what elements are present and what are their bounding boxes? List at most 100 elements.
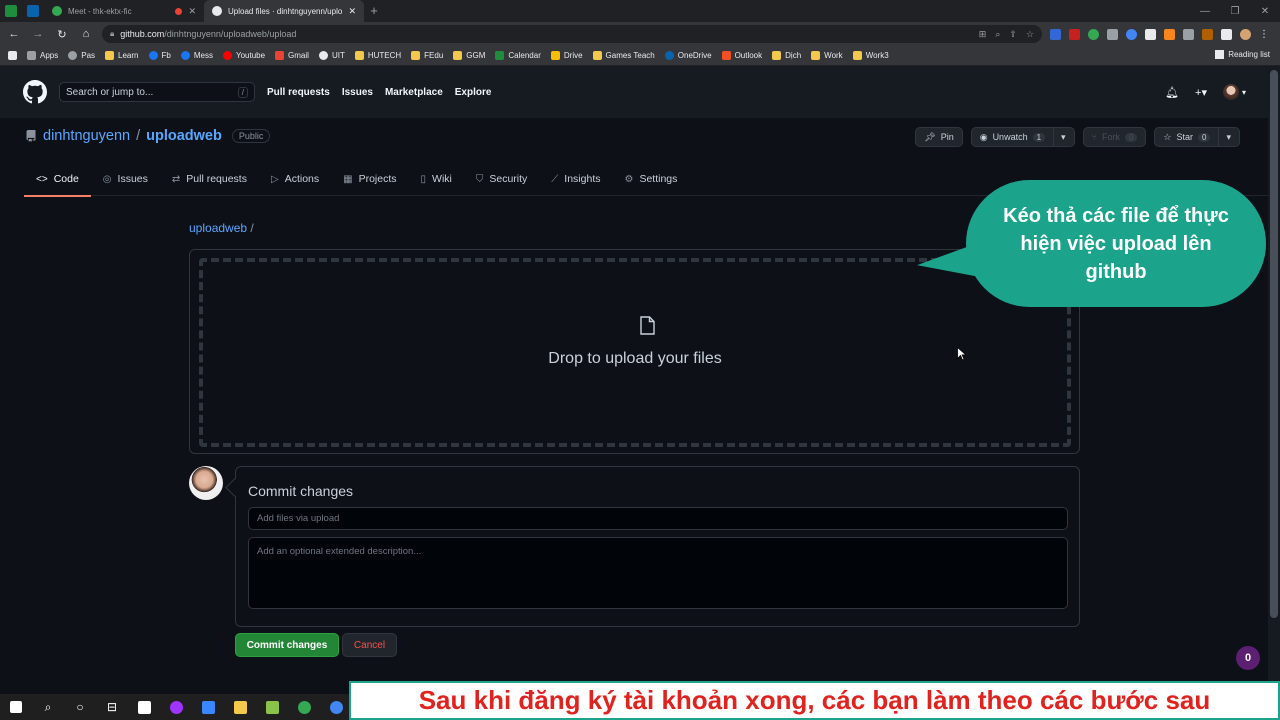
create-new-menu[interactable]: +▾ (1195, 86, 1207, 99)
github-icon (212, 6, 222, 16)
puzzle-icon[interactable] (1221, 28, 1232, 40)
extension-icon[interactable] (1107, 28, 1118, 40)
extension-icon[interactable] (1069, 28, 1080, 40)
notion-icon[interactable] (128, 694, 160, 720)
menu-dots-icon[interactable]: ⋮ (1259, 29, 1269, 40)
file-dropzone[interactable]: Drop to upload your files (199, 258, 1071, 447)
reload-icon[interactable]: ↻ (54, 28, 70, 41)
recording-icon (175, 7, 183, 15)
app-icon[interactable] (256, 694, 288, 720)
unwatch-button[interactable]: ◉ Unwatch 1 ▾ (970, 127, 1075, 147)
zoom-icon[interactable]: ⌕ (995, 29, 1000, 40)
reading-list[interactable]: Reading list (1215, 50, 1270, 59)
pinned-tab-outlook[interactable] (22, 0, 44, 22)
cancel-button[interactable]: Cancel (342, 633, 397, 657)
github-logo-icon[interactable] (23, 80, 47, 104)
extension-icon[interactable] (1202, 28, 1213, 40)
messenger-icon[interactable] (160, 694, 192, 720)
tab-pull-requests[interactable]: ⇄ Pull requests (160, 162, 259, 196)
chevron-down-icon[interactable]: ▾ (1053, 128, 1066, 146)
close-icon[interactable]: ✕ (348, 6, 356, 17)
chrome-icon[interactable] (320, 694, 352, 720)
user-menu[interactable]: ▾ (1222, 84, 1246, 100)
translate-icon[interactable]: ⊞ (979, 29, 987, 40)
bookmark-item[interactable]: Games Teach (592, 51, 655, 60)
tab-meet[interactable]: Meet - thk-ektx-fic ✕ (44, 0, 204, 22)
bookmark-item[interactable]: HUTECH (354, 51, 401, 60)
share-icon[interactable]: ⇪ (1009, 29, 1017, 40)
nav-pull-requests[interactable]: Pull requests (267, 87, 330, 98)
bookmark-item[interactable]: Mess (180, 51, 213, 60)
repo-name-link[interactable]: uploadweb (146, 128, 222, 144)
bookmark-star-icon[interactable]: ☆ (1026, 29, 1034, 40)
bell-icon[interactable]: 🔔︎ (1165, 86, 1179, 99)
bookmark-item[interactable]: Work3 (852, 51, 889, 60)
back-icon[interactable]: ← (6, 28, 22, 40)
notification-badge[interactable]: 0 (1236, 646, 1260, 670)
scrollbar-thumb[interactable] (1270, 70, 1278, 618)
pin-button[interactable]: 📌︎ Pin (915, 127, 963, 147)
app-icon[interactable] (192, 694, 224, 720)
star-button[interactable]: ☆ Star 0 ▾ (1154, 127, 1240, 147)
windows-start-icon[interactable] (0, 694, 32, 720)
gmail-icon (275, 51, 285, 60)
address-bar[interactable]: 🔒︎ github.com/dinhtnguyenn/uploadweb/upl… (102, 25, 1042, 43)
forward-icon[interactable]: → (30, 28, 46, 40)
nav-issues[interactable]: Issues (342, 87, 373, 98)
file-explorer-icon[interactable] (224, 694, 256, 720)
extension-icon[interactable] (1088, 28, 1099, 40)
search-icon[interactable]: ⌕ (32, 694, 64, 720)
nav-explore[interactable]: Explore (455, 87, 492, 98)
tab-wiki[interactable]: ▯ Wiki (409, 162, 464, 196)
restore-icon[interactable]: ❐ (1220, 0, 1250, 22)
pinned-tab-sheets[interactable] (0, 0, 22, 22)
bookmark-item[interactable]: Apps (27, 51, 58, 60)
bookmark-item[interactable]: Dịch (772, 51, 801, 60)
page-scrollbar[interactable] (1268, 66, 1280, 696)
minimize-icon[interactable]: — (1190, 0, 1220, 22)
tab-settings[interactable]: ⚙ Settings (612, 162, 689, 196)
tab-code[interactable]: <> Code (24, 162, 91, 197)
tab-upload-files[interactable]: Upload files · dinhtnguyenn/uplo ✕ (204, 0, 364, 22)
tab-issues[interactable]: ◎ Issues (91, 162, 160, 196)
bookmark-item[interactable]: Outlook (721, 51, 762, 60)
bookmark-item[interactable]: GGM (453, 51, 485, 60)
commit-summary-input[interactable] (248, 507, 1068, 530)
bookmark-item[interactable]: Youtube (222, 51, 265, 60)
extension-icon[interactable] (1183, 28, 1194, 40)
extension-icon[interactable] (1164, 28, 1175, 40)
cortana-icon[interactable]: ○ (64, 694, 96, 720)
tab-actions[interactable]: ▷ Actions (259, 162, 331, 196)
nav-marketplace[interactable]: Marketplace (385, 87, 443, 98)
bookmark-extensions[interactable] (8, 51, 17, 60)
bookmark-item[interactable]: Learn (105, 51, 139, 60)
task-view-icon[interactable]: ⊟ (96, 694, 128, 720)
extension-icon[interactable] (1145, 28, 1156, 40)
bookmark-item[interactable]: FEdu (411, 51, 443, 60)
home-icon[interactable]: ⌂ (78, 28, 94, 40)
bookmark-item[interactable]: Calendar (495, 51, 541, 60)
search-input[interactable]: Search or jump to... / (59, 82, 255, 102)
commit-description-input[interactable] (248, 537, 1068, 609)
bookmark-item[interactable]: Fb (148, 51, 171, 60)
bookmark-item[interactable]: Pas (68, 51, 95, 60)
chrome-icon[interactable] (288, 694, 320, 720)
chevron-down-icon[interactable]: ▾ (1218, 128, 1231, 146)
extension-icon[interactable] (1050, 28, 1061, 40)
tab-security[interactable]: ⛉ Security (464, 162, 539, 196)
bookmark-item[interactable]: Drive (550, 51, 583, 60)
close-icon[interactable]: ✕ (188, 6, 196, 17)
bookmark-item[interactable]: OneDrive (664, 51, 712, 60)
tab-insights[interactable]: ⟋ Insights (539, 162, 612, 196)
commit-changes-button[interactable]: Commit changes (235, 633, 339, 657)
tab-projects[interactable]: ▦ Projects (331, 162, 408, 196)
bookmark-item[interactable]: Work (811, 51, 843, 60)
breadcrumb-repo-link[interactable]: uploadweb (189, 221, 247, 235)
extension-icon[interactable] (1126, 28, 1137, 40)
bookmark-item[interactable]: UIT (318, 51, 345, 60)
bookmark-item[interactable]: Gmail (275, 51, 309, 60)
repo-owner-link[interactable]: dinhtnguyenn (43, 128, 130, 144)
profile-avatar[interactable] (1240, 28, 1251, 40)
new-tab-button[interactable]: + (364, 0, 384, 22)
close-window-icon[interactable]: ✕ (1250, 0, 1280, 22)
